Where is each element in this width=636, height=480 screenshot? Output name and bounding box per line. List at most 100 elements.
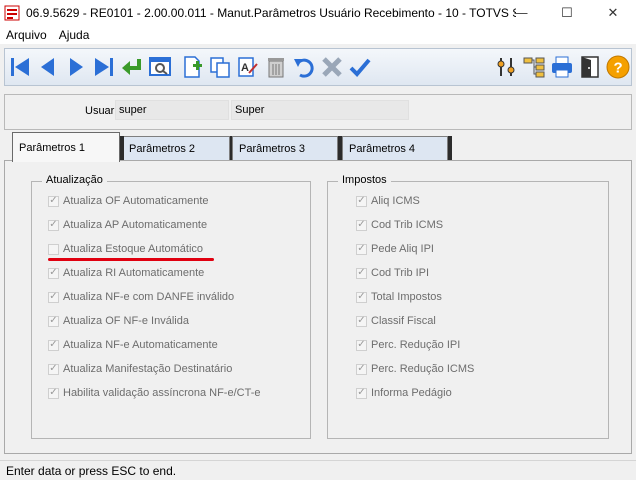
checkbox-label: Atualiza RI Automaticamente xyxy=(63,267,205,279)
checkmark-icon[interactable]: ✓ xyxy=(48,219,59,231)
search-button[interactable] xyxy=(147,54,173,80)
edit-button[interactable]: A xyxy=(235,54,261,80)
window-title: 06.9.5629 - RE0101 - 2.00.00.011 - Manut… xyxy=(26,5,516,20)
checkbox-atualiza-nfe-auto[interactable]: ✓ Atualiza NF-e Automaticamente xyxy=(48,339,218,351)
previous-record-button[interactable] xyxy=(35,54,61,80)
atualizacao-title: Atualização xyxy=(42,174,107,186)
checkmark-icon[interactable]: ✓ xyxy=(356,195,367,207)
checkmark-icon[interactable]: ✓ xyxy=(356,387,367,399)
app-icon xyxy=(4,5,20,20)
maximize-button[interactable]: ☐ xyxy=(544,0,590,25)
checkmark-icon[interactable]: ✓ xyxy=(356,243,367,255)
checkmark-icon xyxy=(349,58,371,77)
tab-parametros-1[interactable]: Parâmetros 1 xyxy=(12,132,120,162)
previous-record-icon xyxy=(41,58,54,76)
close-button[interactable]: ✕ xyxy=(590,0,636,25)
tab-shadow xyxy=(120,136,124,160)
checkbox-label: Pede Aliq IPI xyxy=(371,243,434,255)
help-button[interactable]: ? xyxy=(605,54,631,80)
checkbox-classif-fiscal[interactable]: ✓ Classif Fiscal xyxy=(356,315,436,327)
checkbox-pede-aliq-ipi[interactable]: ✓ Pede Aliq IPI xyxy=(356,243,434,255)
help-icon: ? xyxy=(606,55,630,79)
checkbox-atualiza-manifestacao[interactable]: ✓ Atualiza Manifestação Destinatário xyxy=(48,363,232,375)
checkbox-total-impostos[interactable]: ✓ Total Impostos xyxy=(356,291,442,303)
checkbox-label: Habilita validação assíncrona NF-e/CT-e xyxy=(63,387,261,399)
checkbox-atualiza-of[interactable]: ✓ Atualiza OF Automaticamente xyxy=(48,195,209,207)
related-programs-button[interactable] xyxy=(521,54,547,80)
tab-parametros-3[interactable]: Parâmetros 3 xyxy=(232,136,338,160)
menu-bar: Arquivo Ajuda xyxy=(0,25,636,44)
search-window-icon xyxy=(149,57,171,76)
checkmark-icon[interactable]: ✓ xyxy=(48,267,59,279)
checkbox-atualiza-ri[interactable]: ✓ Atualiza RI Automaticamente xyxy=(48,267,204,279)
checkbox-atualiza-of-nfe[interactable]: ✓ Atualiza OF NF-e Inválida xyxy=(48,315,189,327)
trash-icon xyxy=(268,58,284,78)
delete-button[interactable] xyxy=(263,54,289,80)
change-order-button[interactable] xyxy=(493,54,519,80)
checkbox-label: Informa Pedágio xyxy=(371,387,452,399)
user-code-field[interactable]: super xyxy=(115,100,229,120)
user-label: Usuar: xyxy=(85,105,118,117)
checkmark-icon[interactable]: ✓ xyxy=(48,363,59,375)
go-to-button[interactable] xyxy=(119,54,145,80)
checkmark-icon[interactable]: ✓ xyxy=(48,315,59,327)
checkbox-label: Cod Trib IPI xyxy=(371,267,430,279)
checkmark-icon[interactable]: ✓ xyxy=(48,339,59,351)
checkbox-label: Atualiza OF Automaticamente xyxy=(63,195,209,207)
red-highlight-underline xyxy=(48,258,214,261)
impostos-title: Impostos xyxy=(338,174,391,186)
checkbox-box[interactable] xyxy=(48,243,59,255)
checkbox-atualiza-nfe-danfe[interactable]: ✓ Atualiza NF-e com DANFE inválido xyxy=(48,291,234,303)
first-record-button[interactable] xyxy=(7,54,33,80)
checkbox-label: Perc. Redução ICMS xyxy=(371,363,475,375)
checkmark-icon[interactable]: ✓ xyxy=(356,291,367,303)
checkbox-validacao-assincrona[interactable]: ✓ Habilita validação assíncrona NF-e/CT-e xyxy=(48,387,260,399)
menu-ajuda[interactable]: Ajuda xyxy=(53,28,96,42)
cancel-button[interactable] xyxy=(319,54,345,80)
next-record-icon xyxy=(70,58,83,76)
checkbox-label: Atualiza Estoque Automático xyxy=(63,243,204,255)
checkbox-label: Perc. Redução IPI xyxy=(371,339,461,351)
checkbox-label: Atualiza NF-e com DANFE inválido xyxy=(63,291,235,303)
new-button[interactable] xyxy=(179,54,205,80)
checkbox-cod-trib-ipi[interactable]: ✓ Cod Trib IPI xyxy=(356,267,429,279)
checkbox-cod-trib-icms[interactable]: ✓ Cod Trib ICMS xyxy=(356,219,443,231)
header-panel: Usuar: super Super xyxy=(4,94,632,130)
checkmark-icon[interactable]: ✓ xyxy=(356,219,367,231)
tab-parametros-4[interactable]: Parâmetros 4 xyxy=(342,136,448,160)
last-record-button[interactable] xyxy=(91,54,117,80)
checkmark-icon[interactable]: ✓ xyxy=(356,363,367,375)
undo-button[interactable] xyxy=(291,54,317,80)
checkbox-label: Atualiza NF-e Automaticamente xyxy=(63,339,218,351)
checkbox-perc-reducao-icms[interactable]: ✓ Perc. Redução ICMS xyxy=(356,363,474,375)
checkbox-label: Atualiza Manifestação Destinatário xyxy=(63,363,233,375)
tab-parametros-2[interactable]: Parâmetros 2 xyxy=(122,136,230,160)
user-name-field[interactable]: Super xyxy=(231,100,409,120)
checkmark-icon[interactable]: ✓ xyxy=(356,315,367,327)
next-record-button[interactable] xyxy=(63,54,89,80)
menu-arquivo[interactable]: Arquivo xyxy=(0,28,53,42)
svg-text:A: A xyxy=(241,62,249,74)
checkbox-informa-pedagio[interactable]: ✓ Informa Pedágio xyxy=(356,387,452,399)
checkbox-aliq-icms[interactable]: ✓ Aliq ICMS xyxy=(356,195,420,207)
checkbox-perc-reducao-ipi[interactable]: ✓ Perc. Redução IPI xyxy=(356,339,460,351)
checkbox-label: Classif Fiscal xyxy=(371,315,436,327)
checkbox-atualiza-ap[interactable]: ✓ Atualiza AP Automaticamente xyxy=(48,219,207,231)
minimize-button[interactable]: — xyxy=(498,0,544,25)
exit-button[interactable] xyxy=(577,54,603,80)
checkbox-atualiza-estoque[interactable]: Atualiza Estoque Automático xyxy=(48,243,203,255)
title-bar: 06.9.5629 - RE0101 - 2.00.00.011 - Manut… xyxy=(0,0,636,25)
copy-button[interactable] xyxy=(207,54,233,80)
checkmark-icon[interactable]: ✓ xyxy=(48,291,59,303)
checkmark-icon[interactable]: ✓ xyxy=(48,387,59,399)
new-document-icon xyxy=(184,56,202,78)
print-button[interactable] xyxy=(549,54,575,80)
enter-arrow-icon xyxy=(122,59,141,75)
save-button[interactable] xyxy=(347,54,373,80)
copy-icon xyxy=(210,57,230,78)
checkmark-icon[interactable]: ✓ xyxy=(356,267,367,279)
change-order-icon xyxy=(497,58,515,76)
checkmark-icon[interactable]: ✓ xyxy=(48,195,59,207)
checkmark-icon[interactable]: ✓ xyxy=(356,339,367,351)
last-record-icon xyxy=(95,58,113,76)
